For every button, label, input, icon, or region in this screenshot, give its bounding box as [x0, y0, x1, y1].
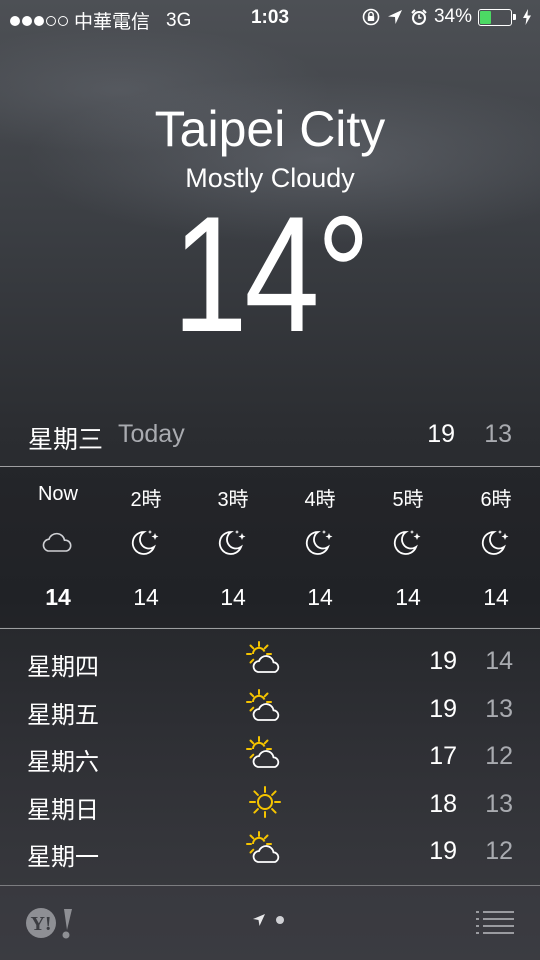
page-indicator[interactable] [252, 913, 284, 927]
yahoo-logo-text: Y! [30, 913, 51, 935]
moon-stars-icon [390, 527, 426, 559]
daily-low: 13 [485, 694, 513, 723]
daily-low: 12 [485, 837, 513, 865]
today-low: 13 [484, 420, 512, 448]
hourly-temp: 14 [483, 584, 509, 610]
moon-stars-icon [215, 527, 251, 559]
today-summary-row: 星期三 Today 19 13 [28, 420, 512, 456]
hourly-temp: 14 [133, 584, 159, 610]
battery-icon [478, 8, 516, 26]
rotation-lock-icon [362, 8, 380, 26]
daily-row: 星期四 19 14 [0, 638, 540, 684]
daily-row: 星期五 19 13 [0, 686, 540, 732]
today-weekday: 星期三 [28, 426, 104, 454]
daily-row: 星期日 18 13 [0, 781, 540, 827]
status-bar: 中華電信 3G 1:03 34% [0, 0, 540, 36]
daily-row: 星期一 19 12 [0, 828, 540, 874]
partly-sunny-icon [244, 688, 286, 726]
moon-stars-icon [302, 527, 338, 559]
hourly-temp: 14 [395, 584, 421, 610]
hourly-time: 5時 [392, 489, 424, 511]
current-temperature-value: 14° [172, 182, 371, 366]
today-label: Today [118, 420, 185, 448]
battery-fill [480, 10, 491, 24]
hourly-time: 2時 [130, 489, 162, 511]
daily-weekday: 星期五 [27, 701, 99, 729]
partly-sunny-icon [244, 830, 286, 868]
moon-stars-icon [128, 527, 164, 559]
current-temperature: 14° [0, 192, 540, 357]
hourly-time: Now [37, 483, 78, 505]
yahoo-logo-icon[interactable]: Y! [24, 906, 80, 945]
hourly-temp: 14 [45, 584, 71, 610]
location-arrow-icon [387, 10, 402, 24]
status-right: 34% [362, 6, 532, 28]
hourly-temp: 14 [307, 584, 333, 610]
city-name: Taipei City [154, 101, 386, 157]
daily-weekday: 星期六 [27, 749, 99, 776]
divider-middle [0, 628, 540, 629]
partly-sunny-icon [244, 640, 286, 678]
daily-high: 19 [429, 647, 457, 675]
daily-weekday: 星期一 [27, 844, 99, 871]
battery-percent: 34% [433, 6, 472, 27]
hourly-temp: 14 [220, 584, 246, 610]
daily-low: 14 [485, 647, 513, 675]
bottom-toolbar: Y! [0, 886, 540, 960]
daily-low: 13 [485, 789, 513, 818]
location-page-icon [253, 914, 265, 926]
moon-stars-icon [478, 527, 514, 559]
partly-sunny-icon [244, 735, 286, 773]
daily-high: 18 [429, 789, 457, 818]
daily-high: 17 [429, 742, 457, 770]
charging-bolt-icon [523, 9, 531, 25]
daily-weekday: 星期四 [27, 654, 99, 681]
hourly-time: 6時 [480, 489, 512, 511]
daily-high: 19 [429, 694, 457, 723]
alarm-icon [411, 9, 427, 25]
page-dot [276, 916, 284, 924]
hourly-time: 4時 [304, 489, 336, 511]
hourly-time: 3時 [217, 489, 249, 511]
hourly-forecast[interactable]: Now 14 2時 14 3時 14 4時 14 5時 14 6時 14 [0, 467, 540, 627]
list-menu-icon[interactable] [476, 910, 514, 941]
sun-icon [244, 783, 286, 821]
daily-row: 星期六 17 12 [0, 733, 540, 779]
daily-weekday: 星期日 [27, 796, 99, 824]
daily-high: 19 [429, 837, 457, 865]
daily-low: 12 [485, 742, 513, 770]
today-high: 19 [427, 420, 455, 448]
cloud-icon [40, 527, 76, 559]
